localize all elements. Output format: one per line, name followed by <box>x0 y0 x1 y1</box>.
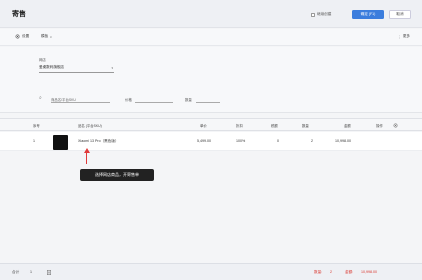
template-dropdown[interactable]: 模板 ▾ <box>41 34 52 39</box>
store-select[interactable]: 爱桌数码旗舰店 ▾ <box>39 65 114 73</box>
continue-create-toggle[interactable]: 继续创建 <box>311 12 331 17</box>
col-amount: 金额 <box>344 124 351 128</box>
chevron-down-icon: ▾ <box>111 66 113 70</box>
product-search-icon: ⌕ <box>39 95 42 101</box>
product-placeholder: 商品名/平台SKU <box>51 97 76 102</box>
page-title: 寄售 <box>12 11 26 18</box>
more-icon: ⋮ <box>398 34 402 39</box>
col-discount: 折扣 <box>236 124 243 128</box>
col-tax: 税额 <box>271 124 278 128</box>
row-tax: 0 <box>277 139 279 143</box>
col-index: 序号 <box>33 124 40 128</box>
price-input[interactable] <box>135 95 173 103</box>
row-index: 1 <box>33 139 35 143</box>
total-label: 合计 <box>12 270 20 274</box>
product-entry-row: ⌕ 商品名/平台SKU 价格 数量 <box>39 95 239 103</box>
total-count: 1 <box>30 270 32 274</box>
col-quantity: 数量 <box>302 124 309 128</box>
more-label: 更多 <box>402 34 410 38</box>
template-label: 模板 <box>41 34 49 38</box>
col-price: 单价 <box>200 124 207 128</box>
row-amount: 10,998.00 <box>335 139 351 143</box>
row-price: 5,499.00 <box>197 139 211 143</box>
more-button[interactable]: ⋮ 更多 <box>398 34 410 39</box>
gear-icon[interactable] <box>393 123 398 128</box>
store-label: 网店 <box>39 58 46 62</box>
settings-button[interactable]: 设置 <box>15 34 29 39</box>
cancel-button[interactable]: 取消 <box>389 10 411 19</box>
footer-quantity-label: 数量: <box>314 270 323 274</box>
product-thumbnail <box>53 135 68 150</box>
pointer-arrow-line <box>86 152 87 164</box>
gear-icon <box>15 34 20 39</box>
store-value: 爱桌数码旗舰店 <box>39 65 65 69</box>
confirm-button[interactable]: 确定 (F1) <box>352 10 384 19</box>
footer-amount-value: 10,998.00 <box>361 270 377 274</box>
col-actions: 操作 <box>376 124 383 128</box>
footer-amount-label: 金额: <box>345 270 354 274</box>
quantity-input[interactable] <box>196 95 220 103</box>
continue-create-checkbox[interactable] <box>311 12 315 17</box>
row-quantity: 2 <box>311 139 313 143</box>
quantity-label: 数量 <box>185 97 192 102</box>
row-discount: 100% <box>236 139 246 143</box>
product-search-input[interactable]: 商品名/平台SKU <box>51 95 110 103</box>
price-label: 价格 <box>125 97 132 102</box>
toolbar: 设置 模板 ▾ ⋮ 更多 <box>0 29 422 46</box>
col-name: 品名 (平台SKU) <box>78 124 102 128</box>
form-area: 网店 爱桌数码旗舰店 ▾ <box>0 47 422 113</box>
settings-label: 设置 <box>22 34 30 38</box>
table-header: 序号 品名 (平台SKU) 单价 折扣 税额 数量 金额 操作 <box>0 118 422 131</box>
chevron-down-icon: ▾ <box>50 34 52 39</box>
footer-quantity-value: 2 <box>330 270 332 274</box>
row-name: Xiaomi 13 Pro（黑色版） <box>78 139 119 143</box>
top-bar: 寄售 继续创建 确定 (F1) 取消 <box>0 0 422 28</box>
hint-tooltip: 选择网店商品，开寄售单 <box>80 169 154 181</box>
continue-create-label: 继续创建 <box>317 12 332 16</box>
footer: 合计 1 数量: 2 金额: 10,998.00 <box>0 263 422 280</box>
document-icon[interactable] <box>47 269 51 275</box>
